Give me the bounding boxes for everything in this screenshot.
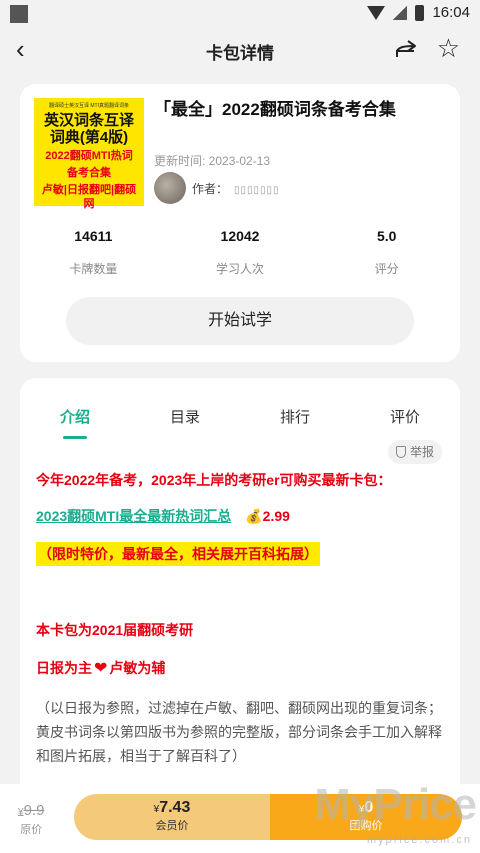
tab-ranking[interactable]: 排行 [240, 406, 350, 438]
vip-price-button[interactable]: ¥7.43 会员价 [74, 794, 270, 840]
author-label: 作者： [192, 182, 229, 196]
deck-info-card: 翻译硕士英汉互译 MTI真题翻译词条 英汉词条互译 词典(第4版) 2022翻硕… [20, 84, 460, 362]
vip-price-value: 7.43 [159, 799, 191, 816]
intro-paragraph-4: 本卡包为2021届翻硕考研 [36, 622, 194, 638]
intro-paragraph-6: （以日报为参照，过滤掉在卢敏、翻吧、翻硕网出现的重复词条；黄皮书词条以第四版书为… [36, 700, 442, 764]
p5-part-a: 日报为主 [36, 660, 92, 676]
heart-icon: ❤ [94, 660, 108, 677]
stat-label: 评分 [374, 262, 399, 276]
intro-paragraph-5: 日报为主 ❤ 卢敏为辅 [36, 658, 446, 678]
cover-title-1: 英汉词条互译 [43, 112, 134, 129]
stat-cards: 14611 卡牌数量 [20, 228, 167, 277]
new-deck-link[interactable]: 2023翻硕MTI最全最新热词汇总 [36, 506, 231, 526]
signal-icon [393, 5, 408, 20]
stat-value: 12042 [220, 228, 260, 244]
watermark-url: myprice.com.cn [366, 834, 472, 846]
status-bar: 16:04 [0, 0, 480, 28]
cover-red-1: 2022翻硕MTI热词 [45, 150, 133, 162]
stat-value: 5.0 [376, 228, 397, 244]
orig-price-label: 原价 [20, 824, 43, 836]
intro-content: 今年2022年备考，2023年上岸的考研er可购买最新卡包： 2023翻硕MTI… [36, 470, 446, 768]
status-icons: 16:04 [367, 4, 470, 21]
share-icon[interactable] [394, 37, 418, 61]
vip-price-label: 会员价 [155, 820, 189, 832]
stat-label: 卡牌数量 [69, 262, 118, 276]
orig-price-value: 9.9 [23, 802, 45, 819]
deck-title: 「最全」2022翻硕词条备考合集 [154, 100, 396, 119]
start-trial-button[interactable]: 开始试学 [66, 297, 414, 345]
intro-link-row: 2023翻硕MTI最全最新热词汇总 💰2.99 [36, 506, 446, 526]
report-button[interactable]: 举报 [387, 440, 442, 464]
tab-reviews[interactable]: 评价 [350, 406, 460, 438]
stat-learners: 12042 学习人次 [167, 228, 314, 277]
battery-icon [415, 4, 425, 21]
p5-part-b: 卢敏为辅 [109, 660, 166, 676]
original-price: ¥9.9 原价 [18, 802, 44, 837]
author[interactable]: 作者： ▯▯▯▯▯▯▯ [192, 180, 280, 197]
author-avatar[interactable] [154, 172, 186, 204]
tab-bar: 介绍 目录 排行 评价 [20, 406, 460, 439]
cover-red-3: 卢敏|日报翻吧|翻硕网 [41, 184, 137, 210]
notification-icon [10, 5, 28, 23]
intro-paragraph-1: 今年2022年备考，2023年上岸的考研er可购买最新卡包： [36, 472, 392, 488]
wifi-icon [367, 5, 386, 20]
favorite-star-icon[interactable]: ☆ [437, 35, 460, 61]
watermark-brand: MyPrice [314, 780, 477, 829]
stat-rating: 5.0 评分 [313, 228, 460, 277]
tab-catalog[interactable]: 目录 [130, 406, 240, 438]
cover-red-2: 备考合集 [67, 167, 111, 179]
detail-card: 介绍 目录 排行 评价 举报 今年2022年备考，2023年上岸的考研er可购买… [20, 378, 460, 798]
stat-value: 14611 [74, 228, 113, 244]
stat-label: 学习人次 [216, 262, 265, 276]
shield-icon [395, 446, 406, 458]
cover-top-text: 翻译硕士英汉互译 MTI真题翻译词条 [49, 103, 129, 109]
price-tag: 💰2.99 [245, 507, 290, 524]
cover-title-2: 词典(第4版) [49, 129, 129, 146]
report-label: 举报 [409, 445, 434, 459]
highlight-text: （限时特价，最新最全，相关展开百科拓展） [36, 542, 320, 566]
update-time: 更新时间: 2023-02-13 [154, 154, 271, 168]
top-nav: ‹ 卡包详情 ☆ [0, 28, 480, 72]
status-time: 16:04 [432, 4, 470, 21]
tab-intro[interactable]: 介绍 [20, 406, 130, 439]
deck-stats: 14611 卡牌数量 12042 学习人次 5.0 评分 [20, 228, 460, 277]
deck-cover: 翻译硕士英汉互译 MTI真题翻译词条 英汉词条互译 词典(第4版) 2022翻硕… [34, 98, 144, 210]
author-name: ▯▯▯▯▯▯▯ [234, 185, 280, 196]
